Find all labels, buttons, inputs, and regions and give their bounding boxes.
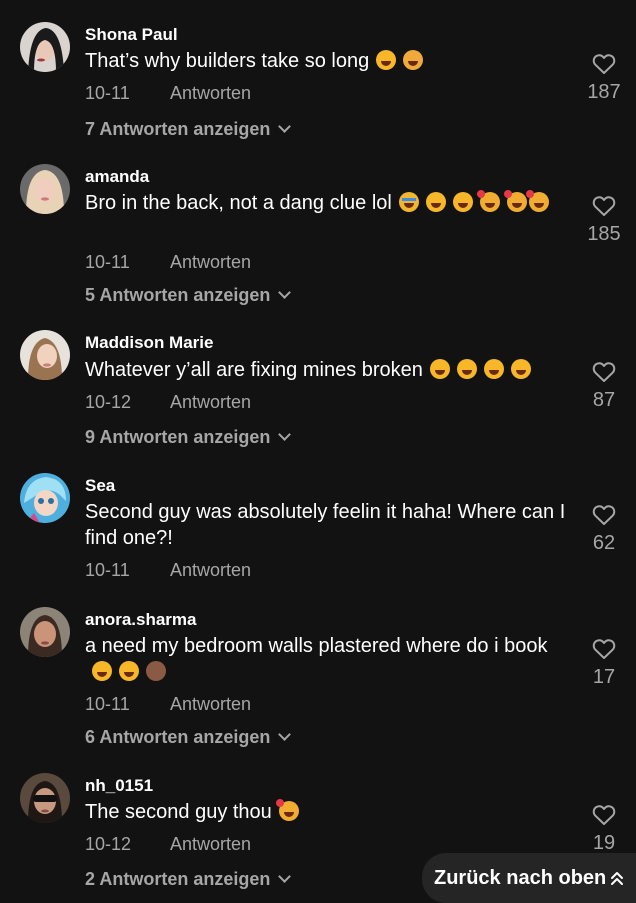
view-replies-button[interactable]: 7 Antworten anzeigen bbox=[85, 118, 292, 140]
like-button[interactable]: 19 bbox=[580, 804, 628, 855]
chevron-down-icon bbox=[278, 120, 292, 133]
heart-icon bbox=[592, 805, 616, 825]
grinning-sweat-emoji-icon bbox=[510, 359, 531, 379]
view-replies-label: 5 Antworten anzeigen bbox=[85, 285, 271, 305]
comment-username[interactable]: nh_0151 bbox=[85, 776, 153, 796]
comment-text: That’s why builders take so long bbox=[85, 48, 570, 74]
rolling-laughing-emoji-icon bbox=[92, 661, 112, 681]
avatar[interactable] bbox=[20, 164, 70, 214]
view-replies-button[interactable]: 5 Antworten anzeigen bbox=[85, 284, 292, 306]
rolling-laughing-emoji-icon bbox=[119, 661, 139, 681]
comment-text-content: That’s why builders take so long bbox=[85, 50, 370, 72]
like-count: 185 bbox=[587, 223, 621, 245]
like-button[interactable]: 87 bbox=[580, 361, 628, 412]
like-button[interactable]: 187 bbox=[580, 53, 628, 104]
flushed-face-emoji-icon bbox=[403, 50, 424, 70]
back-to-top-label: Zurück nach oben bbox=[434, 867, 607, 889]
view-replies-label: 7 Antworten anzeigen bbox=[85, 119, 271, 139]
comment-username[interactable]: Sea bbox=[85, 476, 115, 496]
heart-icon bbox=[592, 505, 616, 525]
reply-button[interactable]: Antworten bbox=[170, 251, 251, 273]
heart-icon bbox=[592, 639, 616, 659]
heart-icon bbox=[592, 54, 616, 74]
view-replies-label: 9 Antworten anzeigen bbox=[85, 427, 271, 447]
like-button[interactable]: 185 bbox=[580, 195, 628, 246]
reply-button[interactable]: Antworten bbox=[170, 391, 251, 413]
comment-text: The second guy thou bbox=[85, 799, 570, 825]
rolling-laughing-emoji-icon bbox=[376, 50, 397, 70]
comment-text-content: The second guy thou bbox=[85, 801, 272, 823]
double-chevron-up-icon bbox=[611, 872, 623, 885]
chevron-down-icon bbox=[278, 870, 292, 883]
comment-username[interactable]: Maddison Marie bbox=[85, 333, 213, 353]
grinning-sweat-emoji-icon bbox=[452, 192, 473, 212]
comment-username[interactable]: Shona Paul bbox=[85, 25, 178, 45]
grinning-sweat-emoji-icon bbox=[456, 359, 477, 379]
reply-button[interactable]: Antworten bbox=[170, 693, 251, 715]
like-count: 87 bbox=[592, 389, 616, 411]
comment-date: 10-12 bbox=[85, 834, 132, 854]
heart-icon bbox=[592, 362, 616, 382]
reply-button[interactable]: Antworten bbox=[170, 833, 251, 855]
avatar[interactable] bbox=[20, 473, 70, 523]
chevron-down-icon bbox=[278, 728, 292, 741]
see-no-evil-monkey-emoji-icon bbox=[146, 661, 166, 681]
comment-date: 10-11 bbox=[85, 252, 130, 272]
like-button[interactable]: 62 bbox=[580, 504, 628, 555]
view-replies-label: 2 Antworten anzeigen bbox=[85, 869, 271, 889]
comment-text-content: a need my bedroom walls plastered where … bbox=[85, 635, 548, 657]
comment-text-content: Bro in the back, not a dang clue lol bbox=[85, 192, 392, 214]
heart-icon bbox=[592, 196, 616, 216]
like-button[interactable]: 17 bbox=[580, 638, 628, 689]
comment-text-content: Second guy was absolutely feelin it haha… bbox=[85, 501, 566, 549]
like-count: 17 bbox=[592, 666, 616, 688]
view-replies-label: 6 Antworten anzeigen bbox=[85, 727, 271, 747]
like-count: 187 bbox=[587, 81, 621, 103]
grinning-sweat-emoji-icon bbox=[429, 359, 450, 379]
reply-button[interactable]: Antworten bbox=[170, 559, 251, 581]
avatar[interactable] bbox=[20, 22, 70, 72]
avatar[interactable] bbox=[20, 773, 70, 823]
comment-date: 10-12 bbox=[85, 392, 132, 412]
smiling-hearts-emoji-icon bbox=[503, 190, 527, 212]
comment-username[interactable]: amanda bbox=[85, 167, 149, 187]
chevron-down-icon bbox=[278, 428, 292, 441]
view-replies-button[interactable]: 2 Antworten anzeigen bbox=[85, 868, 292, 890]
comment-text-content: Whatever y’all are fixing mines broken bbox=[85, 359, 423, 381]
avatar[interactable] bbox=[20, 607, 70, 657]
comment-date: 10-11 bbox=[85, 83, 130, 103]
avatar[interactable] bbox=[20, 330, 70, 380]
smiling-hearts-emoji-icon bbox=[275, 799, 299, 821]
comment-text: Whatever y’all are fixing mines broken bbox=[85, 357, 570, 383]
smiling-hearts-emoji-icon bbox=[476, 190, 500, 212]
comment-text: Bro in the back, not a dang clue lol bbox=[85, 190, 570, 216]
grinning-sweat-emoji-icon bbox=[425, 192, 446, 212]
grinning-sweat-emoji-icon bbox=[483, 359, 504, 379]
comment-text: Second guy was absolutely feelin it haha… bbox=[85, 499, 570, 551]
view-replies-button[interactable]: 9 Antworten anzeigen bbox=[85, 426, 292, 448]
comment-username[interactable]: anora.sharma bbox=[85, 610, 197, 630]
chevron-down-icon bbox=[278, 286, 292, 299]
comment-text: a need my bedroom walls plastered where … bbox=[85, 633, 570, 685]
reply-button[interactable]: Antworten bbox=[170, 82, 251, 104]
comment-date: 10-11 bbox=[85, 560, 130, 580]
like-count: 19 bbox=[592, 832, 616, 854]
loudly-crying-emoji-icon bbox=[398, 192, 419, 212]
view-replies-button[interactable]: 6 Antworten anzeigen bbox=[85, 726, 292, 748]
like-count: 62 bbox=[592, 532, 616, 554]
smiling-hearts-emoji-icon bbox=[525, 190, 549, 212]
back-to-top-button[interactable]: Zurück nach oben bbox=[422, 853, 636, 903]
comment-date: 10-11 bbox=[85, 694, 130, 714]
